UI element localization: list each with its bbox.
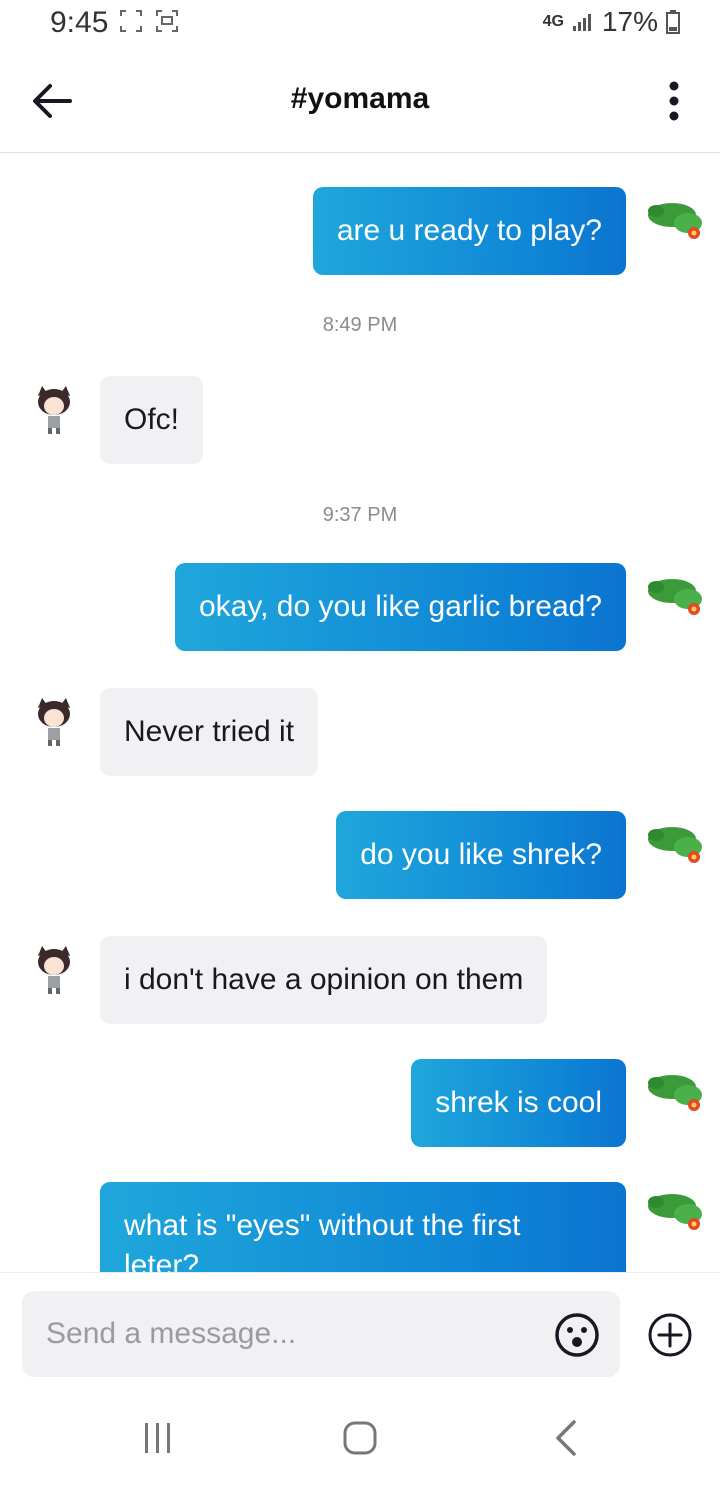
screenshot-icon (120, 10, 142, 32)
signal-icon (572, 14, 591, 31)
message-row-incoming: Ofc! (0, 376, 720, 466)
message-row-incoming: Never tried it (0, 688, 720, 778)
avatar-shrek-icon[interactable] (642, 1186, 706, 1236)
message-input[interactable] (22, 1291, 620, 1377)
message-row-outgoing: do you like shrek? (0, 811, 720, 901)
message-row-outgoing: shrek is cool (0, 1059, 720, 1149)
recents-icon[interactable] (138, 1418, 178, 1458)
system-nav-bar (0, 1392, 720, 1488)
nav-back-icon[interactable] (546, 1418, 586, 1458)
status-notification-icons (120, 10, 178, 32)
message-timestamp: 8:49 PM (322, 314, 398, 336)
avatar-girl-icon[interactable] (32, 384, 76, 436)
status-time: 9:45 (50, 6, 109, 39)
incoming-message-bubble[interactable]: Never tried it (100, 688, 319, 776)
message-row-incoming: i don't have a opinion on them (0, 936, 720, 1026)
screen-record-icon (156, 10, 178, 32)
add-button[interactable] (646, 1311, 694, 1359)
avatar-girl-icon[interactable] (32, 944, 76, 996)
outgoing-message-bubble[interactable]: are u ready to play? (312, 187, 626, 275)
message-row-outgoing: okay, do you like garlic bread? (0, 563, 720, 653)
outgoing-message-bubble[interactable]: do you like shrek? (336, 811, 626, 899)
avatar-shrek-icon[interactable] (642, 1067, 706, 1117)
incoming-message-bubble[interactable]: Ofc! (100, 376, 204, 464)
more-options-button[interactable] (664, 80, 684, 124)
more-vertical-icon (669, 81, 679, 121)
avatar-shrek-icon[interactable] (642, 195, 706, 245)
avatar-shrek-icon[interactable] (642, 819, 706, 869)
message-list[interactable]: are u ready to play? 8:49 PM Ofc! 9:37 P… (0, 154, 720, 1272)
status-right: 4G 17% (543, 6, 680, 38)
chat-title: #yomama (290, 82, 430, 115)
avatar-girl-icon[interactable] (32, 696, 76, 748)
battery-percent: 17% (601, 6, 658, 37)
outgoing-message-bubble[interactable]: shrek is cool (411, 1059, 626, 1147)
battery-icon (666, 10, 680, 34)
avatar-shrek-icon[interactable] (642, 571, 706, 621)
home-icon[interactable] (340, 1418, 380, 1458)
emoji-icon (555, 1313, 599, 1357)
message-row-outgoing: are u ready to play? (0, 187, 720, 277)
status-bar: 9:45 4G 17% (0, 0, 720, 50)
outgoing-message-bubble[interactable]: okay, do you like garlic bread? (174, 563, 626, 651)
chat-header: #yomama (0, 50, 720, 153)
plus-circle-icon (648, 1313, 692, 1357)
message-row-outgoing: what is "eyes" without the first leter? (0, 1182, 720, 1272)
emoji-button[interactable] (553, 1311, 601, 1359)
message-composer (0, 1272, 720, 1392)
outgoing-message-bubble[interactable]: what is "eyes" without the first leter? (100, 1182, 626, 1272)
incoming-message-bubble[interactable]: i don't have a opinion on them (100, 936, 548, 1024)
network-type: 4G (542, 13, 564, 30)
message-timestamp: 9:37 PM (322, 504, 398, 526)
